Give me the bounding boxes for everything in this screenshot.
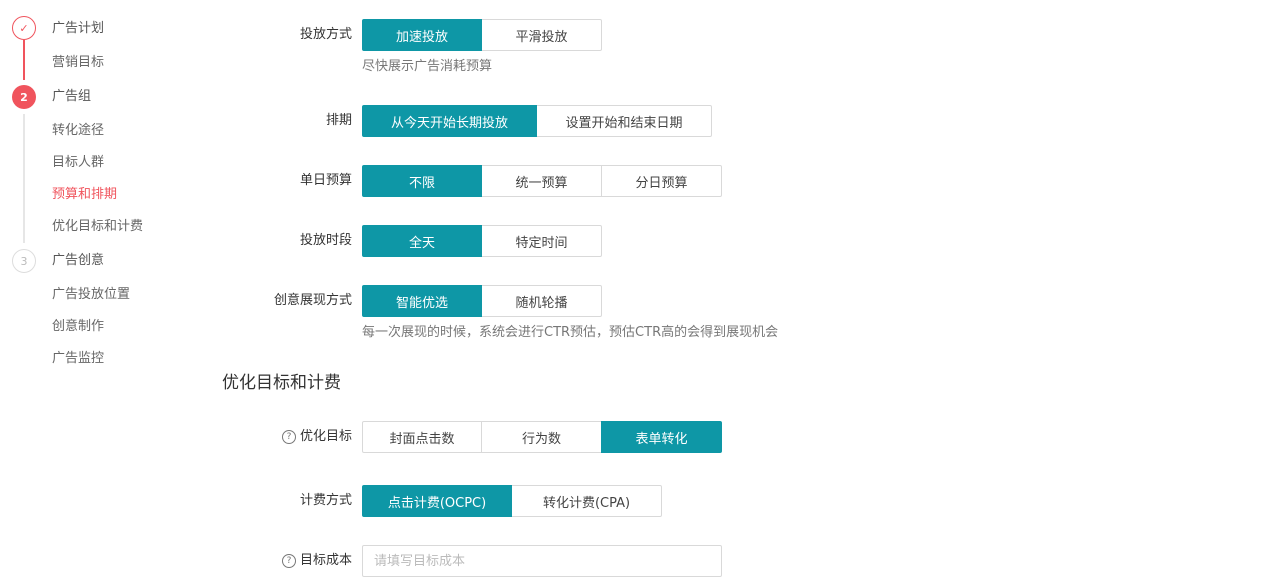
step3-label[interactable]: 广告创意 (52, 253, 104, 269)
billing-cpa-option[interactable]: 转化计费(CPA) (511, 485, 662, 517)
optimization-goal-label: ? 优化目标 (281, 429, 352, 445)
creative-display-selector: 智能优选 随机轮播 (362, 285, 602, 317)
billing-selector: 点击计费(OCPC) 转化计费(CPA) (362, 485, 662, 517)
step1-done-icon: ✓ (12, 16, 36, 40)
delivery-mode-smooth-option[interactable]: 平滑投放 (481, 19, 602, 51)
goal-form-conversion-option[interactable]: 表单转化 (601, 421, 722, 453)
creative-display-hint: 每一次展现的时候，系统会进行CTR预估，预估CTR高的会得到展现机会 (362, 325, 779, 340)
schedule-long-term-option[interactable]: 从今天开始长期投放 (362, 105, 537, 137)
schedule-selector: 从今天开始长期投放 设置开始和结束日期 (362, 105, 712, 137)
time-slot-selector: 全天 特定时间 (362, 225, 602, 257)
optimization-goal-selector: 封面点击数 行为数 表单转化 (362, 421, 722, 453)
sidebar-item-ad-monitoring[interactable]: 广告监控 (52, 351, 104, 367)
target-cost-input[interactable] (362, 545, 722, 577)
step1-label[interactable]: 广告计划 (52, 21, 104, 37)
sidebar-item-conversion-path[interactable]: 转化途径 (52, 123, 104, 139)
schedule-date-range-option[interactable]: 设置开始和结束日期 (536, 105, 712, 137)
step-navigator: ✓ 广告计划 营销目标 2 广告组 转化途径 目标人群 预算和排期 优化目标和计… (0, 0, 200, 572)
delivery-mode-accelerated-option[interactable]: 加速投放 (362, 19, 482, 51)
sidebar-item-placement[interactable]: 广告投放位置 (52, 287, 130, 303)
target-cost-label: ? 目标成本 (281, 553, 352, 569)
time-slot-all-day-option[interactable]: 全天 (362, 225, 482, 257)
sidebar-item-marketing-goal[interactable]: 营销目标 (52, 55, 104, 71)
creative-display-random-option[interactable]: 随机轮播 (481, 285, 602, 317)
time-slot-label: 投放时段 (299, 233, 352, 248)
sidebar-item-optimization-billing[interactable]: 优化目标和计费 (52, 219, 143, 235)
section-title: 优化目标和计费 (222, 373, 341, 393)
schedule-label: 排期 (325, 113, 352, 128)
question-circle-icon[interactable]: ? (281, 554, 296, 568)
goal-actions-option[interactable]: 行为数 (481, 421, 602, 453)
sidebar-item-budget-schedule[interactable]: 预算和排期 (52, 187, 117, 203)
time-slot-specific-option[interactable]: 特定时间 (481, 225, 602, 257)
creative-display-smart-option[interactable]: 智能优选 (362, 285, 482, 317)
creative-display-label: 创意展现方式 (273, 293, 352, 308)
sidebar-item-creative-making[interactable]: 创意制作 (52, 319, 104, 335)
daily-budget-unlimited-option[interactable]: 不限 (362, 165, 482, 197)
daily-budget-per-day-option[interactable]: 分日预算 (601, 165, 722, 197)
check-icon: ✓ (19, 21, 29, 35)
step-connector-2 (23, 114, 25, 243)
daily-budget-selector: 不限 统一预算 分日预算 (362, 165, 722, 197)
daily-budget-unified-option[interactable]: 统一预算 (481, 165, 602, 197)
delivery-mode-selector: 加速投放 平滑投放 (362, 19, 602, 51)
step2-label[interactable]: 广告组 (52, 89, 91, 105)
delivery-mode-label: 投放方式 (299, 27, 352, 42)
delivery-mode-hint: 尽快展示广告消耗预算 (362, 59, 493, 74)
step2-number-badge: 2 (12, 85, 36, 109)
sidebar-item-target-audience[interactable]: 目标人群 (52, 155, 104, 171)
daily-budget-label: 单日预算 (299, 173, 352, 188)
step-connector-1 (23, 40, 25, 80)
question-circle-icon[interactable]: ? (281, 430, 296, 444)
billing-label: 计费方式 (299, 493, 352, 508)
step3-number-badge: 3 (12, 249, 36, 273)
goal-cover-clicks-option[interactable]: 封面点击数 (362, 421, 482, 453)
billing-ocpc-option[interactable]: 点击计费(OCPC) (362, 485, 512, 517)
